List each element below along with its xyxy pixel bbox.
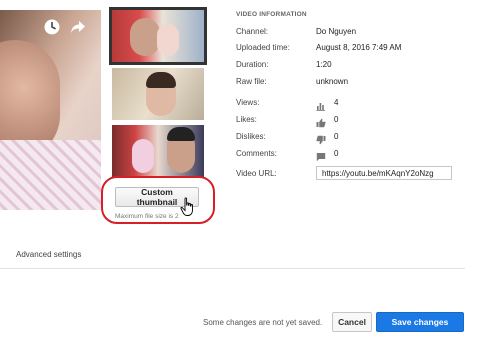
max-file-size-note: Maximum file size is 2 <box>115 213 179 220</box>
comment-icon <box>316 149 326 162</box>
views-bar-chart-icon <box>316 98 326 111</box>
channel-label: Channel: <box>236 27 269 36</box>
duration-value: 1:20 <box>316 60 332 69</box>
raw-file-label: Raw file: <box>236 77 267 86</box>
thumbs-up-icon <box>316 115 326 128</box>
likes-value: 0 <box>334 115 339 124</box>
thumbs-down-icon <box>316 132 326 145</box>
dislikes-label: Dislikes: <box>236 132 266 141</box>
uploaded-time-label: Uploaded time: <box>236 43 290 52</box>
channel-value: Do Nguyen <box>316 27 357 36</box>
save-changes-button[interactable]: Save changes <box>376 312 464 332</box>
video-player[interactable] <box>0 10 101 210</box>
thumbnail-option-2[interactable] <box>112 68 204 120</box>
comments-value: 0 <box>334 149 339 158</box>
section-divider <box>0 268 465 269</box>
video-url-field[interactable] <box>316 166 452 180</box>
share-icon[interactable] <box>68 17 88 37</box>
clock-icon[interactable] <box>42 17 62 37</box>
video-information-heading: VIDEO INFORMATION <box>236 11 307 18</box>
views-value: 4 <box>334 98 339 107</box>
duration-label: Duration: <box>236 60 269 69</box>
views-label: Views: <box>236 98 260 107</box>
comments-label: Comments: <box>236 149 277 158</box>
video-url-label: Video URL: <box>236 169 277 178</box>
unsaved-changes-message: Some changes are not yet saved. <box>203 318 323 327</box>
cancel-button[interactable]: Cancel <box>332 312 372 332</box>
dislikes-value: 0 <box>334 132 339 141</box>
raw-file-value: unknown <box>316 77 349 86</box>
thumbnail-option-3[interactable] <box>112 125 204 177</box>
hand-cursor-icon <box>180 197 196 217</box>
thumbnail-option-1[interactable] <box>109 7 207 65</box>
advanced-settings-link[interactable]: Advanced settings <box>16 250 81 259</box>
uploaded-time-value: August 8, 2016 7:49 AM <box>316 43 402 52</box>
likes-label: Likes: <box>236 115 257 124</box>
video-frame-clothing <box>0 140 101 210</box>
